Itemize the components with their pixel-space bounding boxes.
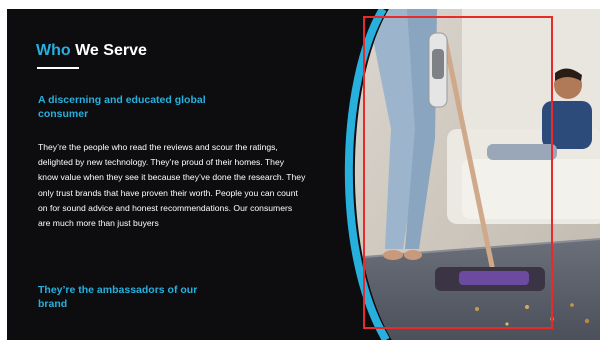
subheading-consumer: A discerning and educated global consume… [38, 94, 206, 120]
slide-frame: Who We Serve A discerning and educated g… [0, 0, 608, 350]
title-rest: We Serve [75, 42, 147, 59]
body-paragraph: They’re the people who read the reviews … [38, 142, 306, 229]
title-accent: Who [36, 42, 71, 59]
slide: Who We Serve A discerning and educated g… [7, 9, 600, 340]
subheading-ambassadors: They’re the ambassadors of our brand [38, 284, 198, 310]
title-underline [37, 67, 79, 69]
highlight-rectangle [363, 16, 553, 329]
page-title: Who We Serve [36, 42, 147, 68]
